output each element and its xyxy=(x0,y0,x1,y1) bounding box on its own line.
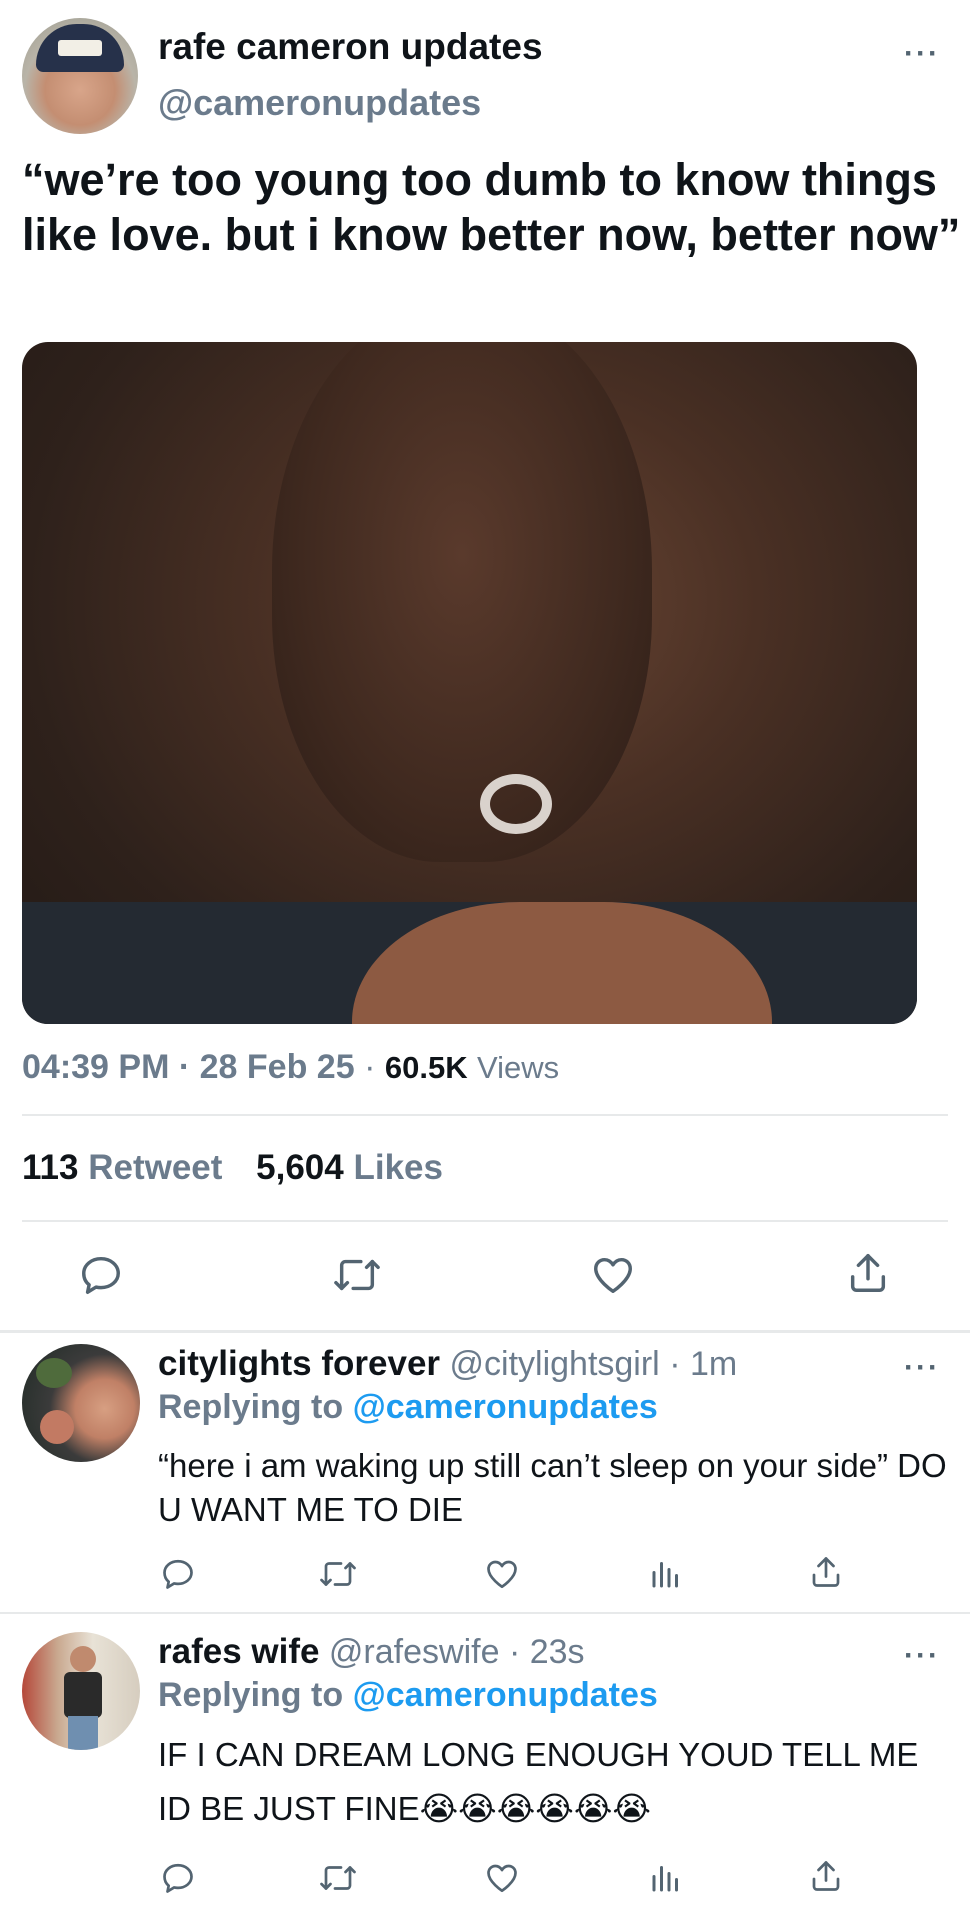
reply-icon[interactable] xyxy=(160,1556,196,1592)
reply-time[interactable]: 1m xyxy=(690,1345,737,1383)
reply-display-name[interactable]: citylights forever xyxy=(158,1344,440,1383)
retweets-count: 113 xyxy=(22,1148,79,1187)
replying-to: Replying to @cameronupdates xyxy=(158,1388,658,1427)
author-handle[interactable]: @cameronupdates xyxy=(158,82,481,124)
replying-to-prefix: Replying to xyxy=(158,1388,344,1426)
views-count: 60.5K xyxy=(384,1050,468,1085)
divider xyxy=(0,1612,970,1614)
share-icon[interactable] xyxy=(845,1250,891,1296)
reply-header: rafes wife @rafeswife · 23s xyxy=(158,1632,585,1672)
divider xyxy=(22,1220,948,1222)
retweet-icon[interactable] xyxy=(332,1252,382,1298)
meta-separator: · xyxy=(508,1633,521,1671)
reply-time[interactable]: 23s xyxy=(530,1633,585,1671)
meta-separator: · xyxy=(669,1345,681,1383)
divider xyxy=(0,1330,970,1333)
retweets-label: Retweet xyxy=(88,1148,223,1187)
share-icon[interactable] xyxy=(808,1554,844,1590)
likes-label: Likes xyxy=(353,1148,443,1187)
likes-stat[interactable]: 5,604 Likes xyxy=(256,1148,443,1187)
reply-avatar[interactable] xyxy=(22,1344,140,1462)
like-icon[interactable] xyxy=(484,1860,520,1896)
meta-separator: · xyxy=(364,1048,376,1086)
retweets-stat[interactable]: 113 Retweet xyxy=(22,1148,232,1187)
share-icon[interactable] xyxy=(808,1858,844,1894)
tweet-time: 04:39 PM xyxy=(22,1048,170,1086)
like-icon[interactable] xyxy=(484,1556,520,1592)
engagement-stats: 113 Retweet 5,604 Likes xyxy=(22,1148,443,1188)
like-icon[interactable] xyxy=(590,1252,636,1298)
more-icon[interactable]: ··· xyxy=(904,39,940,69)
likes-count: 5,604 xyxy=(256,1148,344,1187)
reply-header: citylights forever @citylightsgirl · 1m xyxy=(158,1344,737,1384)
views-label: Views xyxy=(477,1050,560,1085)
author-avatar[interactable] xyxy=(22,18,138,134)
replying-to: Replying to @cameronupdates xyxy=(158,1676,658,1715)
tweet-text: “we’re too young too dumb to know things… xyxy=(22,154,961,260)
reply-icon[interactable] xyxy=(160,1860,196,1896)
tweet-meta: 04:39 PM · 28 Feb 25 · 60.5K Views xyxy=(22,1048,559,1087)
replying-to-handle[interactable]: @cameronupdates xyxy=(353,1388,658,1426)
reply-display-name[interactable]: rafes wife xyxy=(158,1632,319,1671)
reply-icon[interactable] xyxy=(78,1252,124,1298)
more-icon[interactable]: ··· xyxy=(904,1641,940,1671)
replying-to-handle[interactable]: @cameronupdates xyxy=(353,1676,658,1714)
retweet-icon[interactable] xyxy=(318,1556,358,1592)
reply-text: “here i am waking up still can’t sleep o… xyxy=(158,1447,947,1528)
author-display-name[interactable]: rafe cameron updates xyxy=(158,26,543,68)
views-icon[interactable] xyxy=(648,1556,684,1592)
divider xyxy=(22,1114,948,1116)
retweet-icon[interactable] xyxy=(318,1860,358,1896)
replying-to-prefix: Replying to xyxy=(158,1676,344,1714)
tweet-media-image[interactable] xyxy=(22,342,917,1024)
tweet-date[interactable]: 28 Feb 25 xyxy=(200,1048,355,1086)
reply-avatar[interactable] xyxy=(22,1632,140,1750)
more-icon[interactable]: ··· xyxy=(904,1353,940,1383)
reply-text: IF I CAN DREAM LONG ENOUGH YOUD TELL ME … xyxy=(158,1736,919,1827)
meta-separator: · xyxy=(178,1048,191,1086)
views-icon[interactable] xyxy=(648,1860,684,1896)
reply-handle[interactable]: @citylightsgirl xyxy=(450,1345,660,1383)
reply-handle[interactable]: @rafeswife xyxy=(329,1633,500,1671)
